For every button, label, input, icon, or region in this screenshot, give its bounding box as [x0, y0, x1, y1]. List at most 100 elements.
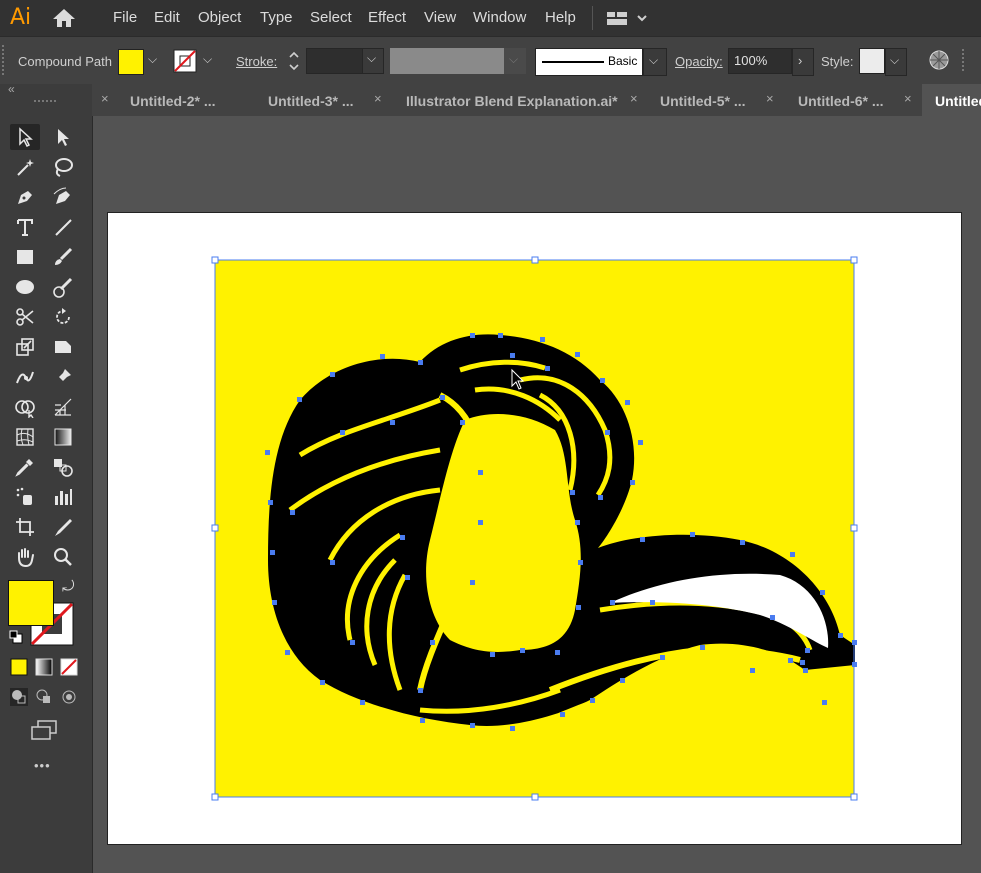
menu-select[interactable]: Select — [310, 9, 352, 26]
artboard[interactable] — [107, 212, 962, 845]
draw-behind-icon[interactable] — [35, 688, 53, 706]
line-tool-icon[interactable] — [48, 214, 78, 240]
stroke-weight-dropdown[interactable]: ⌵ — [362, 48, 384, 74]
zoom-tool-icon[interactable] — [48, 544, 78, 570]
menu-bar: Ai File Edit Object Type Select Effect V… — [0, 0, 981, 36]
variable-width-dropdown[interactable]: ⌵ — [504, 48, 526, 74]
recolor-artwork-icon[interactable] — [928, 49, 950, 71]
ellipse-tool-icon[interactable] — [10, 274, 40, 300]
blend-tool-icon[interactable] — [48, 454, 78, 480]
fill-color-swatch[interactable] — [118, 49, 144, 75]
tab-untitled-active[interactable]: Untitled — [922, 84, 981, 116]
stroke-weight-stepper-icon[interactable] — [286, 48, 302, 74]
swap-fill-stroke-icon[interactable]: ⤾ — [62, 578, 75, 595]
draw-normal-icon[interactable] — [10, 688, 28, 706]
rectangle-tool-icon[interactable] — [10, 244, 40, 270]
mesh-tool-icon[interactable] — [10, 424, 40, 450]
type-tool-icon[interactable] — [10, 214, 40, 240]
free-transform-tool-icon[interactable] — [48, 334, 78, 360]
collapse-panel-icon[interactable]: « — [8, 82, 15, 96]
lasso-tool-icon[interactable] — [48, 154, 78, 180]
tools-panel-grip[interactable] — [34, 100, 56, 106]
color-mode-icon[interactable] — [10, 658, 28, 676]
style-dropdown[interactable]: ⌵ — [885, 48, 907, 76]
tab-illustrator-blend-explanation[interactable]: Illustrator Blend Explanation.ai* × — [390, 84, 649, 116]
tools-panel: « ⤾ ••• — [0, 82, 93, 873]
document-tab-bar: × Untitled-2* ... Untitled-3* ... × Illu… — [92, 84, 981, 116]
scissors-tool-icon[interactable] — [10, 304, 40, 330]
close-icon[interactable]: × — [101, 91, 109, 106]
tab-label: Untitled-6* ... — [798, 93, 884, 109]
artboard-tool-icon[interactable] — [10, 514, 40, 540]
menu-help[interactable]: Help — [545, 9, 576, 26]
close-icon[interactable]: × — [766, 91, 774, 106]
style-label: Style: — [821, 54, 854, 69]
opacity-value: 100% — [734, 53, 768, 68]
shape-builder-tool-icon[interactable] — [10, 394, 40, 420]
direct-selection-tool-icon[interactable] — [48, 124, 78, 150]
tab-untitled-5[interactable]: Untitled-5* ... × — [648, 84, 787, 116]
stroke-none-swatch-icon[interactable] — [173, 49, 197, 73]
tab-label: Untitled-3* ... — [268, 93, 354, 109]
close-icon[interactable]: × — [374, 91, 382, 106]
close-icon[interactable]: × — [904, 91, 912, 106]
pin-tool-icon[interactable] — [48, 364, 78, 390]
edit-toolbar-icon[interactable]: ••• — [34, 758, 51, 773]
eyedropper-tool-icon[interactable] — [10, 454, 40, 480]
brush-dropdown[interactable]: ⌵ — [643, 48, 667, 76]
gradient-mode-icon[interactable] — [35, 658, 53, 676]
blob-brush-tool-icon[interactable] — [48, 274, 78, 300]
menu-edit[interactable]: Edit — [154, 9, 180, 26]
selection-type-label: Compound Path — [18, 54, 112, 69]
stroke-weight-field[interactable] — [306, 48, 364, 74]
graphic-style-swatch[interactable] — [859, 48, 885, 74]
workspace-switcher-icon[interactable] — [605, 8, 653, 28]
close-icon[interactable]: × — [630, 91, 638, 106]
magic-wand-tool-icon[interactable] — [10, 154, 40, 180]
paintbrush-tool-icon[interactable] — [48, 244, 78, 270]
control-bar: Compound Path ⌵ ⌵ Stroke: ⌵ ⌵ Basic ⌵ Op… — [0, 36, 981, 85]
fill-dropdown-chevron-icon[interactable]: ⌵ — [148, 52, 157, 67]
selection-tool-icon[interactable] — [10, 124, 40, 150]
default-fill-stroke-icon[interactable] — [9, 630, 23, 644]
perspective-grid-tool-icon[interactable] — [48, 394, 78, 420]
hand-tool-icon[interactable] — [10, 544, 40, 570]
rotate-tool-icon[interactable] — [48, 304, 78, 330]
tab-untitled-2[interactable]: × Untitled-2* ... — [92, 84, 253, 116]
control-bar-overflow-grip[interactable] — [962, 49, 966, 71]
menu-object[interactable]: Object — [198, 9, 241, 26]
stroke-label[interactable]: Stroke: — [236, 54, 277, 69]
variable-width-profile[interactable] — [390, 48, 504, 74]
home-icon[interactable] — [52, 8, 76, 28]
brush-name: Basic — [608, 54, 638, 68]
opacity-label[interactable]: Opacity: — [675, 54, 723, 69]
tab-label: Untitled-2* ... — [130, 93, 216, 109]
menu-divider — [592, 6, 593, 30]
screen-mode-icon[interactable] — [30, 720, 58, 740]
menu-type[interactable]: Type — [260, 9, 293, 26]
draw-inside-icon[interactable] — [60, 688, 78, 706]
pen-tool-icon[interactable] — [10, 184, 40, 210]
control-bar-grip[interactable] — [2, 45, 8, 75]
opacity-slider-button[interactable]: › — [792, 48, 814, 76]
menu-window[interactable]: Window — [473, 9, 526, 26]
curvature-tool-icon[interactable] — [48, 184, 78, 210]
fill-color-box[interactable] — [8, 580, 54, 626]
tab-label: Untitled-5* ... — [660, 93, 746, 109]
none-mode-icon[interactable] — [60, 658, 78, 676]
menu-file[interactable]: File — [113, 9, 137, 26]
symbol-sprayer-tool-icon[interactable] — [10, 484, 40, 510]
slice-tool-icon[interactable] — [48, 514, 78, 540]
menu-effect[interactable]: Effect — [368, 9, 406, 26]
tab-untitled-6[interactable]: Untitled-6* ... × — [786, 84, 923, 116]
puppet-warp-tool-icon[interactable] — [10, 364, 40, 390]
opacity-field[interactable]: 100% — [728, 48, 792, 74]
brush-definition[interactable]: Basic — [535, 48, 643, 76]
gradient-tool-icon[interactable] — [48, 424, 78, 450]
tab-untitled-3[interactable]: Untitled-3* ... × — [252, 84, 391, 116]
brush-stroke-preview — [542, 61, 604, 63]
menu-view[interactable]: View — [424, 9, 456, 26]
column-graph-tool-icon[interactable] — [48, 484, 78, 510]
stroke-dropdown-chevron-icon[interactable]: ⌵ — [203, 52, 212, 67]
scale-tool-icon[interactable] — [10, 334, 40, 360]
